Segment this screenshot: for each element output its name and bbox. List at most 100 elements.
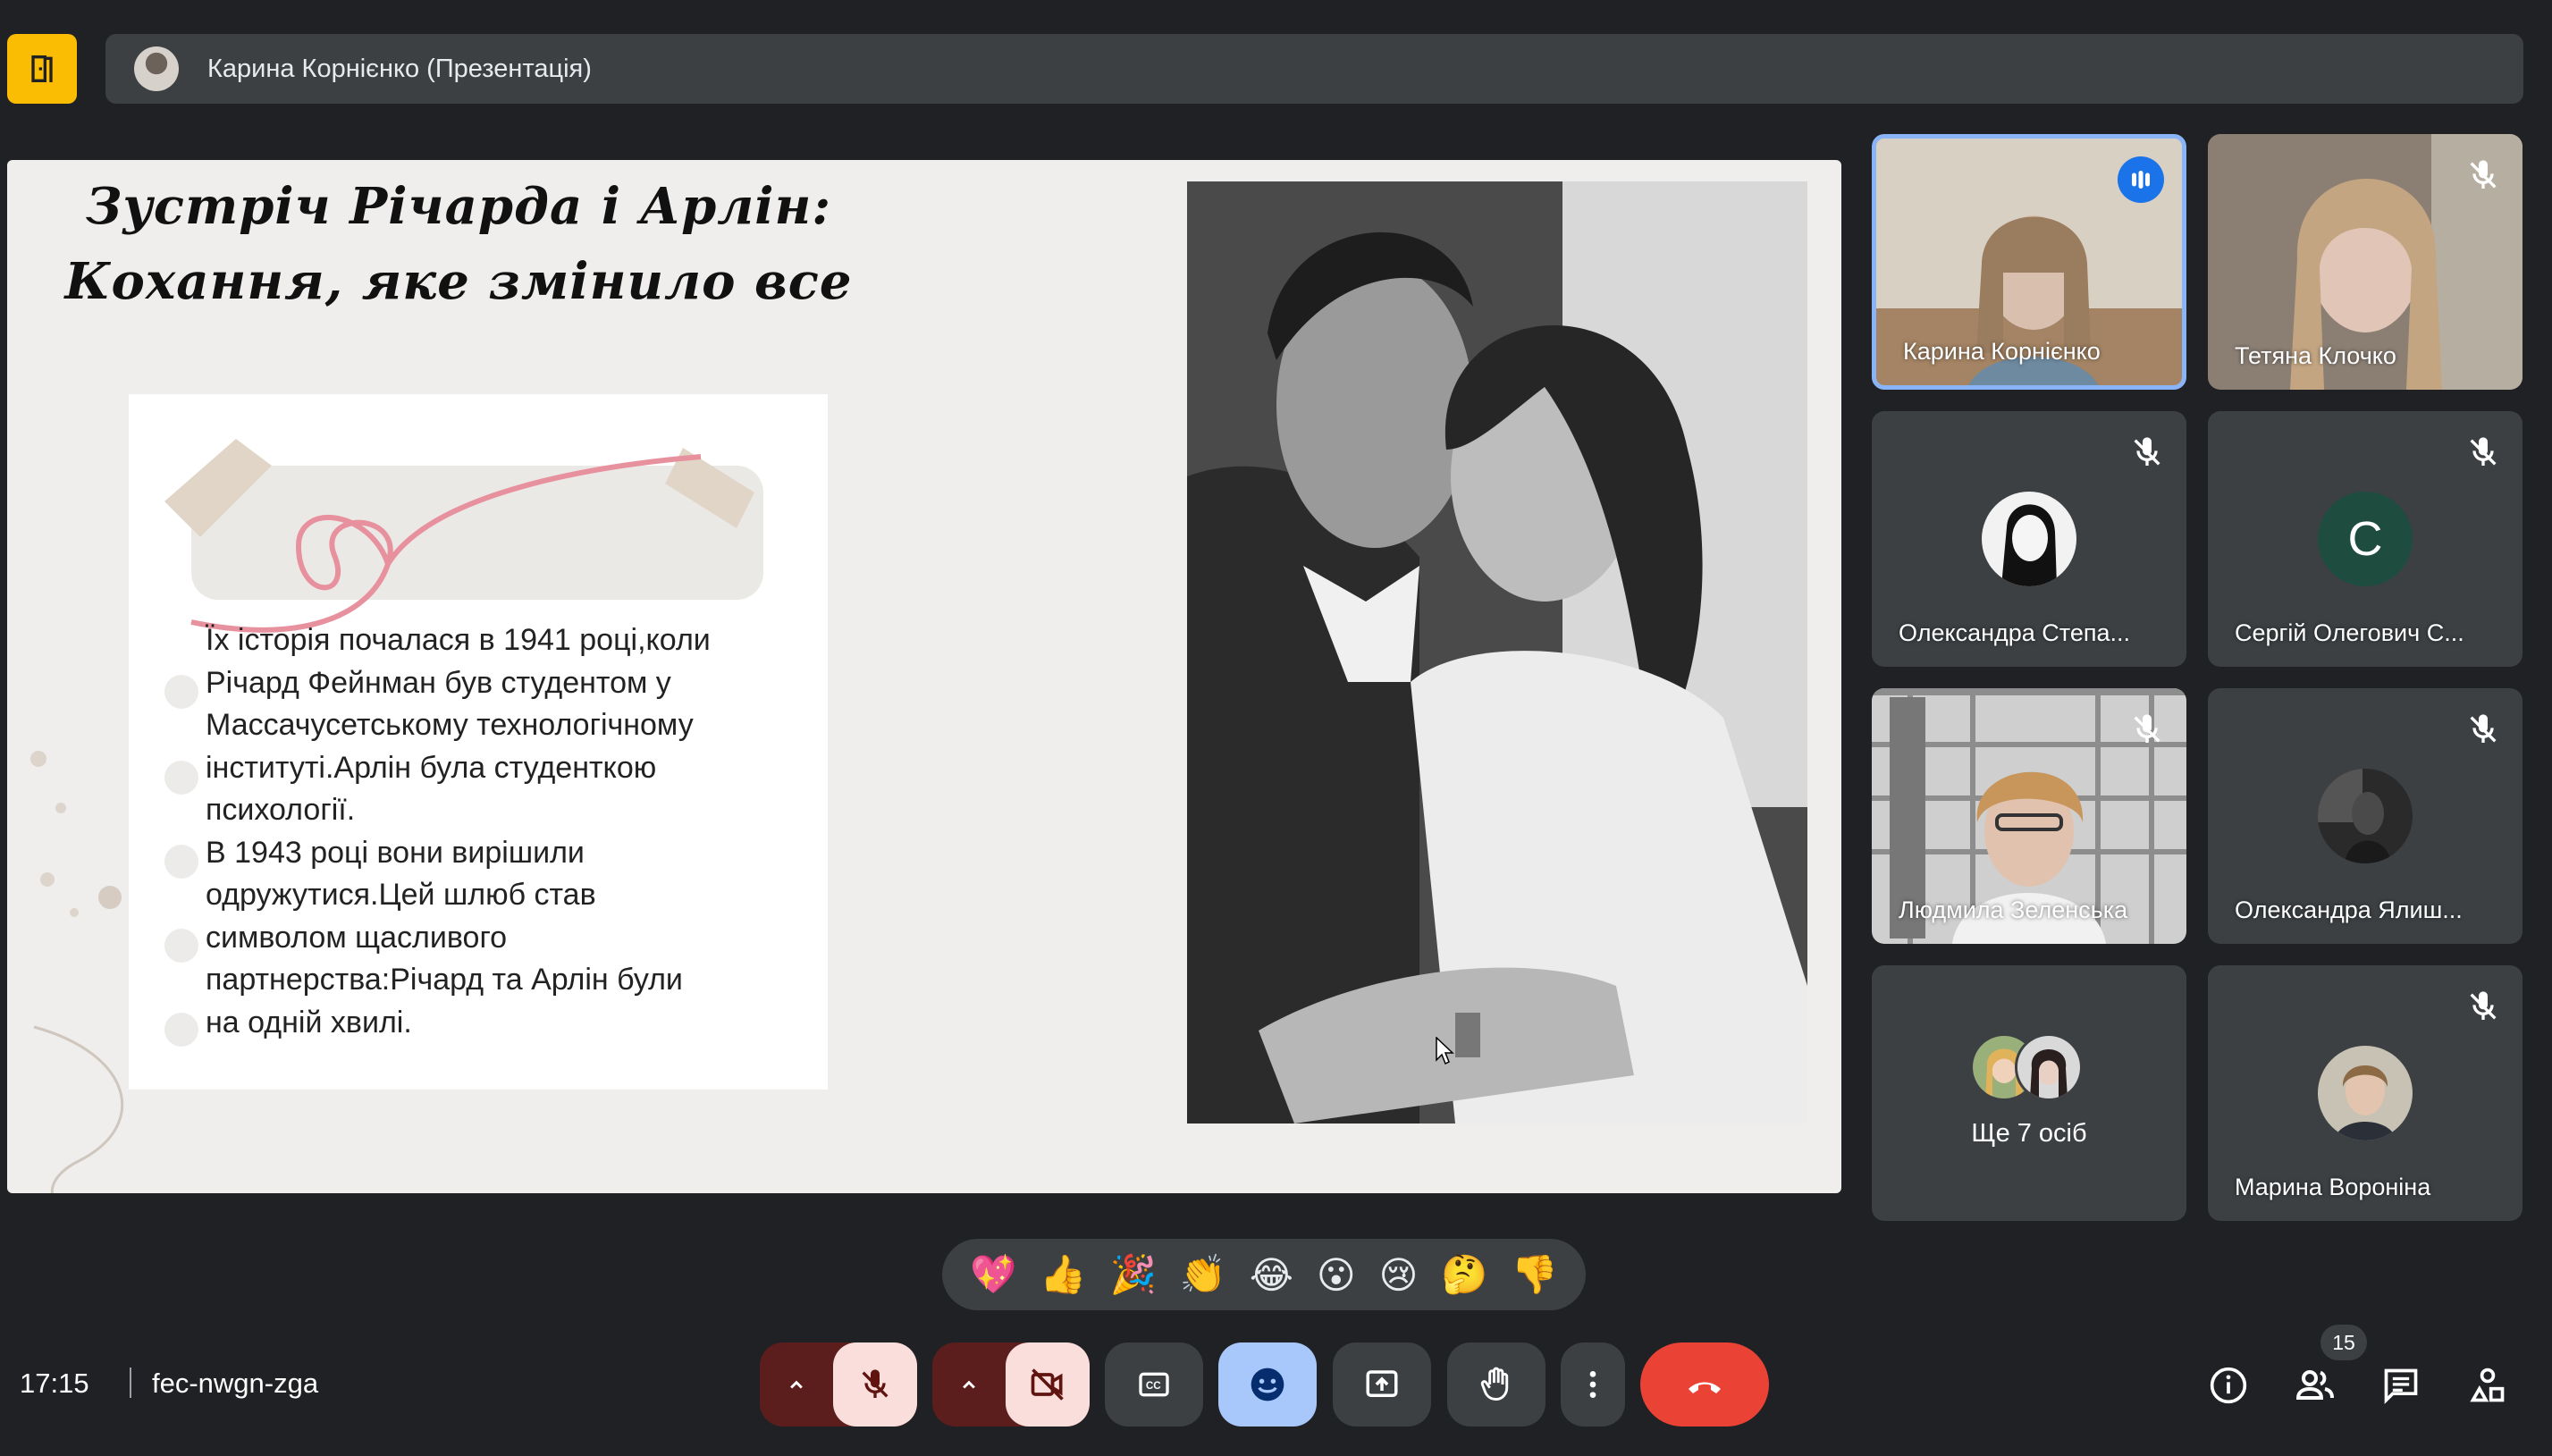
reaction-thumbs-down[interactable]: 👎	[1512, 1252, 1558, 1297]
participant-avatar	[2015, 1033, 2083, 1101]
activities-icon	[2470, 1368, 2505, 1402]
raise-hand-button[interactable]	[1447, 1342, 1546, 1427]
slide-title: Зустріч Річарда і Арлін: Кохання, яке зм…	[64, 177, 853, 311]
tape-heart-illustration	[164, 439, 763, 633]
audio-options-button[interactable]	[760, 1342, 833, 1427]
camera-control	[932, 1342, 1090, 1427]
body-line: психології.	[206, 793, 356, 827]
meeting-info-button[interactable]	[2203, 1360, 2253, 1410]
participant-name: Людмила Зеленська	[1899, 896, 2128, 923]
toggle-camera-button[interactable]	[1006, 1342, 1090, 1427]
body-line: інституті.Арлін була студенткою	[206, 750, 657, 785]
activities-button[interactable]	[2463, 1360, 2513, 1410]
more-participants-label: Ще 7 осіб	[1971, 1119, 2087, 1148]
participant-name: Тетяна Клочко	[2235, 342, 2396, 369]
participant-name: Марина Вороніна	[2235, 1174, 2431, 1200]
reaction-clap[interactable]: 👏	[1180, 1252, 1226, 1297]
mic-off-icon	[2134, 714, 2160, 743]
captions-button[interactable]: CC	[1105, 1342, 1203, 1427]
body-line: Їх історія почалася в 1941 році,коли	[206, 623, 711, 657]
body-line: Річард Фейнман був студентом у	[206, 665, 671, 700]
bullet-marker	[164, 929, 198, 963]
meeting-code: fec-nwgn-zga	[152, 1368, 319, 1399]
bullet-marker	[164, 845, 198, 879]
presenter-label: Карина Корнієнко (Презентація)	[207, 54, 592, 83]
mic-off-icon	[2470, 714, 2497, 743]
participant-tile[interactable]: Марина Вороніна	[2208, 965, 2523, 1221]
mic-off-icon	[2134, 437, 2160, 466]
chat-button[interactable]	[2376, 1360, 2426, 1410]
meeting-clock: 17:15	[20, 1368, 89, 1399]
reaction-thinking[interactable]: 🤔	[1441, 1252, 1487, 1297]
mic-off-icon	[2470, 160, 2497, 189]
reaction-thumbs-up[interactable]: 👍	[1040, 1252, 1086, 1297]
body-line: Массачусетському технологічному	[206, 708, 694, 742]
svg-text:CC: CC	[1146, 1380, 1161, 1392]
participant-tile[interactable]: С Сергій Олегович С...	[2208, 411, 2523, 667]
mouse-cursor-icon	[1436, 1037, 1454, 1065]
slide-body: Їх історія почалася в 1941 році,коли Річ…	[206, 619, 778, 1044]
reaction-surprised[interactable]: 😮	[1317, 1253, 1356, 1297]
body-line: символом щасливого	[206, 920, 508, 955]
text-card: Їх історія почалася в 1941 році,коли Річ…	[129, 394, 828, 1090]
speaking-indicator	[2118, 156, 2164, 203]
leave-call-button[interactable]	[1640, 1342, 1769, 1427]
people-icon	[2295, 1370, 2334, 1400]
bullet-marker	[164, 1013, 198, 1047]
reaction-sad[interactable]: 😢	[1379, 1253, 1419, 1297]
present-icon	[1366, 1370, 1398, 1397]
presentation-slide: Зустріч Річарда і Арлін: Кохання, яке зм…	[7, 160, 1841, 1193]
reaction-laugh[interactable]: 😂	[1250, 1253, 1293, 1297]
participant-avatar	[2318, 769, 2413, 863]
body-line: одружутися.Цей шлюб став	[206, 878, 596, 912]
door-icon	[31, 55, 53, 82]
bullet-marker	[164, 675, 198, 709]
participant-tile[interactable]: Людмила Зеленська	[1872, 688, 2186, 944]
participant-name: Олександра Ялиш...	[2235, 896, 2463, 923]
divider	[130, 1368, 131, 1398]
participant-tile[interactable]: Олександра Ялиш...	[2208, 688, 2523, 944]
participant-tile[interactable]: Карина Корнієнко	[1872, 134, 2186, 390]
chat-icon	[2384, 1368, 2418, 1404]
microphone-control	[760, 1342, 917, 1427]
body-line: партнерства:Річард та Арлін були	[206, 963, 683, 997]
reactions-bar: 💖 👍 🎉 👏 😂 😮 😢 🤔 👎	[942, 1239, 1586, 1310]
presenter-avatar	[134, 46, 179, 91]
reaction-heart[interactable]: 💖	[970, 1252, 1016, 1297]
body-line: В 1943 році вони вирішили	[206, 835, 585, 870]
participant-avatar	[2318, 1046, 2413, 1140]
video-options-button[interactable]	[932, 1342, 1006, 1427]
couple-photo	[1187, 181, 1807, 1124]
audio-level-icon	[2132, 171, 2150, 189]
chevron-up-icon	[963, 1380, 975, 1389]
participant-name: Олександра Степа...	[1899, 619, 2131, 646]
presentation-bar: Карина Корнієнко (Презентація)	[105, 34, 2523, 104]
participant-tile[interactable]: Тетяна Клочко	[2208, 134, 2523, 390]
mic-off-icon	[862, 1369, 889, 1398]
more-participants-tile[interactable]: Ще 7 осіб	[1872, 965, 2186, 1221]
reaction-party[interactable]: 🎉	[1109, 1252, 1156, 1297]
meeting-details-button[interactable]	[7, 34, 77, 104]
participant-name: Карина Корнієнко	[1903, 338, 2101, 365]
toggle-microphone-button[interactable]	[833, 1342, 917, 1427]
present-now-button[interactable]	[1333, 1342, 1431, 1427]
chevron-up-icon	[790, 1380, 803, 1389]
emoji-icon	[1251, 1368, 1284, 1401]
more-icon	[1589, 1371, 1596, 1398]
info-icon	[2210, 1367, 2247, 1404]
raise-hand-icon	[1480, 1367, 1509, 1401]
more-options-button[interactable]	[1561, 1342, 1625, 1427]
participant-name: Сергій Олегович С...	[2235, 619, 2464, 646]
mic-off-icon	[2470, 991, 2497, 1020]
participant-tile[interactable]: Олександра Степа...	[1872, 411, 2186, 667]
people-button[interactable]	[2290, 1360, 2340, 1410]
mic-off-icon	[2470, 437, 2497, 466]
participant-initial-avatar: С	[2318, 492, 2413, 586]
participant-count-badge: 15	[2320, 1325, 2367, 1360]
body-line: на одній хвилі.	[206, 1005, 412, 1039]
captions-icon: CC	[1139, 1372, 1169, 1397]
camera-off-icon	[1031, 1368, 1064, 1401]
participant-avatar	[1982, 492, 2076, 586]
bullet-marker	[164, 761, 198, 795]
reactions-button[interactable]	[1218, 1342, 1317, 1427]
